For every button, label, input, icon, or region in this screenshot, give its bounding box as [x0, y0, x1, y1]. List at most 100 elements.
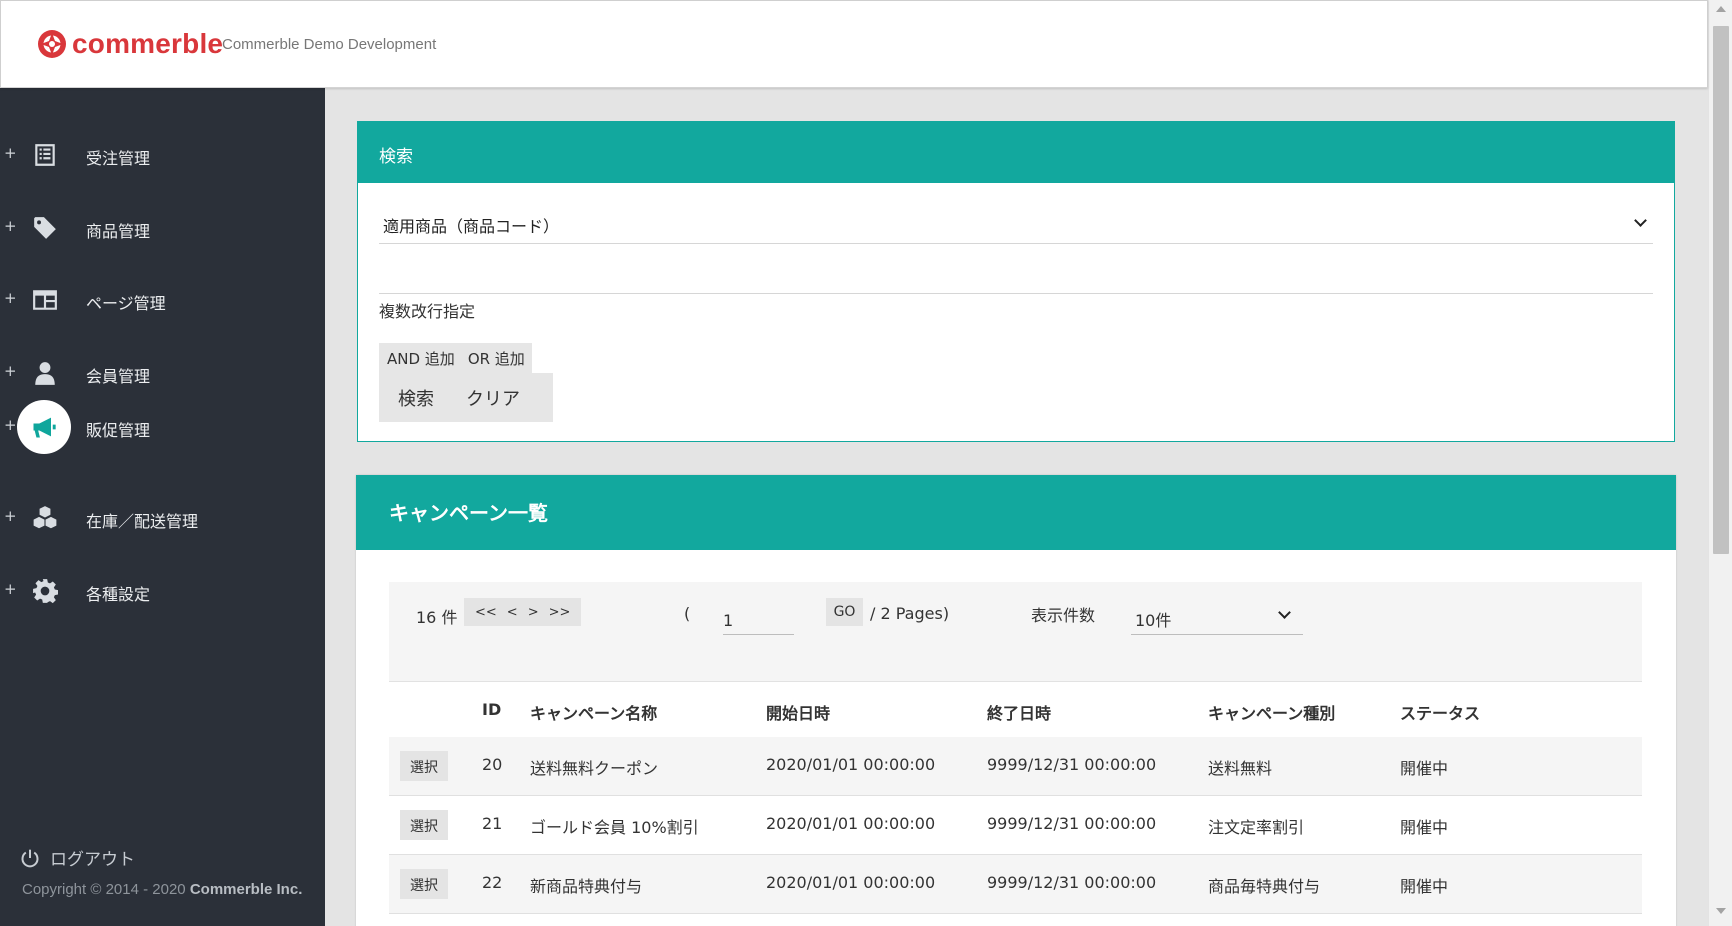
- expand-plus-icon[interactable]: +: [4, 144, 17, 162]
- scroll-down-arrow-icon[interactable]: [1716, 908, 1726, 914]
- cell-start: 2020/01/01 00:00:00: [766, 814, 936, 833]
- page-scrollbar[interactable]: [1708, 0, 1732, 926]
- sidebar-item-promotions[interactable]: + 販促管理: [0, 400, 325, 456]
- search-field-select[interactable]: 適用商品（商品コード）: [379, 202, 1653, 244]
- per-page-selected: 10件: [1135, 611, 1172, 630]
- cell-id: 20: [482, 755, 503, 774]
- campaign-list-panel: キャンペーン一覧 16 件 << < > >> ( GO / 2 Pages) …: [356, 475, 1676, 926]
- environment-name: Commerble Demo Development: [222, 36, 437, 53]
- sidebar-item-pages[interactable]: + ページ管理: [0, 273, 325, 329]
- clear-button[interactable]: クリア: [466, 385, 520, 411]
- first-page-button[interactable]: <<: [470, 605, 502, 620]
- chevron-down-icon: [1634, 214, 1647, 227]
- search-button[interactable]: 検索: [398, 385, 434, 411]
- sidebar-item-inventory-shipping[interactable]: + 在庫／配送管理: [0, 491, 325, 547]
- person-icon: [30, 358, 60, 388]
- page-open-paren: (: [684, 604, 691, 623]
- sidebar-item-label: 各種設定: [86, 585, 151, 604]
- sidebar-item-label: 受注管理: [86, 149, 151, 168]
- brand-name: commerble: [72, 28, 224, 59]
- search-value-input[interactable]: [379, 244, 1653, 294]
- cell-name: 新商品特典付与: [530, 877, 643, 896]
- and-add-button[interactable]: AND 追加: [379, 343, 462, 373]
- page-layout-icon: [30, 285, 60, 315]
- cell-name: 送料無料クーポン: [530, 759, 659, 778]
- table-header-row: ID キャンペーン名称 開始日時 終了日時 キャンペーン種別 ステータス: [389, 683, 1642, 737]
- column-header-end[interactable]: 終了日時: [987, 700, 1051, 724]
- copyright-prefix: Copyright © 2014 - 2020: [22, 881, 190, 898]
- sidebar-item-label: 販促管理: [86, 421, 151, 440]
- power-icon: [21, 849, 39, 867]
- chevron-down-icon: [1278, 606, 1291, 619]
- sidebar-item-settings[interactable]: + 各種設定: [0, 564, 325, 620]
- cell-type: 商品毎特典付与: [1208, 877, 1321, 896]
- search-panel: 検索 適用商品（商品コード） 複数改行指定 AND 追加 OR 追加 検索 クリ…: [357, 121, 1675, 442]
- sidebar-item-label: ページ管理: [86, 294, 166, 313]
- tag-icon: [30, 213, 60, 243]
- column-header-type[interactable]: キャンペーン種別: [1208, 700, 1335, 724]
- cell-type: 注文定率割引: [1208, 818, 1305, 837]
- search-field-selected: 適用商品（商品コード）: [383, 217, 560, 236]
- expand-plus-icon[interactable]: +: [4, 580, 17, 598]
- cell-status: 開催中: [1400, 877, 1449, 896]
- or-add-button[interactable]: OR 追加: [462, 343, 532, 373]
- select-button[interactable]: 選択: [400, 751, 448, 781]
- logout-button[interactable]: ログアウト: [20, 845, 135, 870]
- last-page-button[interactable]: >>: [544, 605, 576, 620]
- sidebar-item-label: 在庫／配送管理: [86, 512, 199, 531]
- condition-operator-group: AND 追加 OR 追加: [379, 343, 532, 373]
- campaign-table: ID キャンペーン名称 開始日時 終了日時 キャンペーン種別 ステータス 選択 …: [389, 683, 1642, 914]
- column-header-status[interactable]: ステータス: [1400, 700, 1480, 724]
- scrollbar-thumb[interactable]: [1713, 26, 1729, 554]
- cell-end: 9999/12/31 00:00:00: [987, 755, 1157, 774]
- expand-plus-icon[interactable]: +: [4, 507, 17, 525]
- next-page-button[interactable]: >: [523, 605, 544, 620]
- cell-status: 開催中: [1400, 818, 1449, 837]
- scroll-up-arrow-icon[interactable]: [1716, 6, 1726, 12]
- gear-icon: [30, 576, 60, 606]
- commerble-logo-icon: [38, 30, 66, 58]
- per-page-select[interactable]: 10件: [1131, 598, 1303, 635]
- list-icon: [30, 140, 60, 170]
- cell-start: 2020/01/01 00:00:00: [766, 755, 936, 774]
- app-header: commerble Commerble Demo Development: [0, 0, 1708, 88]
- select-button[interactable]: 選択: [400, 869, 448, 899]
- cell-name: ゴールド会員 10%割引: [530, 818, 699, 837]
- copyright-company: Commerble Inc.: [189, 881, 303, 898]
- cell-end: 9999/12/31 00:00:00: [987, 873, 1157, 892]
- column-header-name[interactable]: キャンペーン名称: [530, 700, 657, 724]
- total-pages: / 2 Pages): [870, 604, 950, 623]
- commerble-logo[interactable]: commerble: [37, 29, 223, 59]
- copyright-text: Copyright © 2014 - 2020 Commerble Inc.: [22, 881, 302, 898]
- cell-type: 送料無料: [1208, 759, 1273, 778]
- column-header-id[interactable]: ID: [482, 700, 501, 719]
- go-button[interactable]: GO: [826, 598, 863, 626]
- table-row: 選択 22 新商品特典付与 2020/01/01 00:00:00 9999/1…: [389, 855, 1642, 914]
- sidebar-item-products[interactable]: + 商品管理: [0, 201, 325, 257]
- prev-page-button[interactable]: <: [502, 605, 523, 620]
- boxes-icon: [30, 503, 60, 533]
- pagination-bar: 16 件 << < > >> ( GO / 2 Pages) 表示件数 10件: [389, 582, 1642, 682]
- sidebar-item-members[interactable]: + 会員管理: [0, 346, 325, 402]
- expand-plus-icon[interactable]: +: [4, 416, 17, 434]
- table-row: 選択 21 ゴールド会員 10%割引 2020/01/01 00:00:00 9…: [389, 796, 1642, 855]
- sidebar-item-orders[interactable]: + 受注管理: [0, 128, 325, 184]
- cell-start: 2020/01/01 00:00:00: [766, 873, 936, 892]
- sidebar-item-label: 商品管理: [86, 222, 151, 241]
- cell-end: 9999/12/31 00:00:00: [987, 814, 1157, 833]
- select-button[interactable]: 選択: [400, 810, 448, 840]
- campaign-list-title: キャンペーン一覧: [356, 475, 1676, 550]
- page-number-input[interactable]: [723, 598, 794, 635]
- expand-plus-icon[interactable]: +: [4, 217, 17, 235]
- expand-plus-icon[interactable]: +: [4, 289, 17, 307]
- table-row: 選択 20 送料無料クーポン 2020/01/01 00:00:00 9999/…: [389, 737, 1642, 796]
- page-nav-buttons: << < > >>: [464, 598, 582, 626]
- per-page-label: 表示件数: [1031, 606, 1096, 625]
- column-header-start[interactable]: 開始日時: [766, 700, 830, 724]
- logout-label: ログアウト: [50, 850, 135, 870]
- sidebar-item-label: 会員管理: [86, 367, 151, 386]
- multi-line-hint: 複数改行指定: [379, 302, 476, 321]
- cell-id: 21: [482, 814, 503, 833]
- expand-plus-icon[interactable]: +: [4, 362, 17, 380]
- sidebar: + 受注管理 + 商品管理 + ページ管理 + 会員管理 + 販促管理 + 在庫…: [0, 88, 325, 926]
